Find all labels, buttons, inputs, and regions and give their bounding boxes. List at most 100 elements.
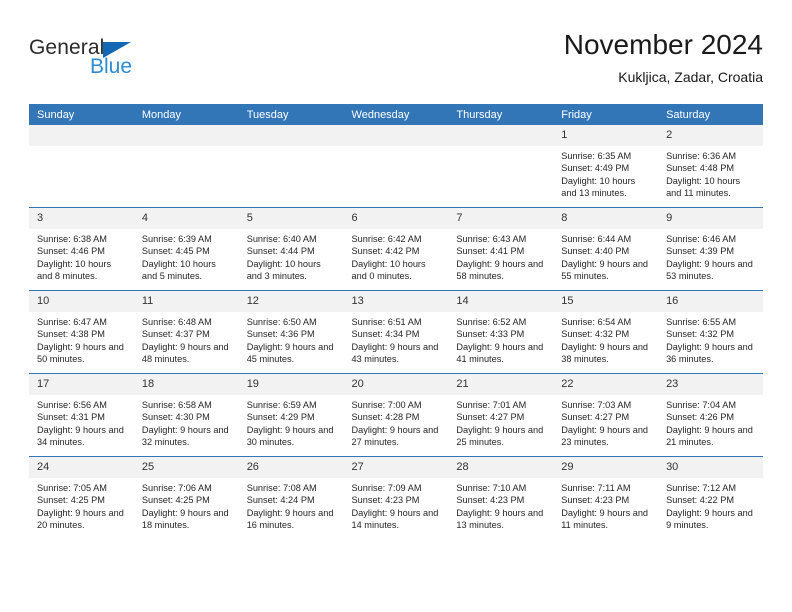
sunrise-text: Sunrise: 7:11 AM	[561, 483, 631, 493]
day-details: Sunrise: 7:05 AM Sunset: 4:25 PM Daylight:…	[29, 478, 134, 532]
daylight-text: Daylight: 9 hours and 48 minutes.	[141, 341, 229, 365]
calendar-day-cell[interactable]: 8 Sunrise: 6:44 AM Sunset: 4:40 PM Daylight…	[553, 207, 659, 291]
calendar-day-cell[interactable]: 23 Sunrise: 7:04 AM Sunset: 4:26 PM Dayligh…	[658, 373, 763, 457]
calendar-week-row: 17 Sunrise: 6:56 AM Sunset: 4:31 PM Dayligh…	[29, 373, 763, 457]
calendar-day-cell[interactable]: 20 Sunrise: 7:00 AM Sunset: 4:28 PM Dayligh…	[343, 373, 449, 457]
sunrise-text: Sunrise: 6:39 AM	[141, 234, 212, 244]
calendar-day-cell[interactable]	[133, 125, 239, 208]
calendar-day-cell[interactable]	[29, 125, 134, 208]
calendar-day-cell[interactable]	[448, 125, 554, 208]
sunrise-text: Sunrise: 6:52 AM	[456, 317, 527, 327]
sunrise-text: Sunrise: 6:55 AM	[666, 317, 737, 327]
day-details: Sunrise: 7:09 AM Sunset: 4:23 PM Daylight:…	[344, 478, 449, 532]
calendar-day-cell[interactable]: 22 Sunrise: 7:03 AM Sunset: 4:27 PM Dayligh…	[553, 373, 659, 457]
day-number: 20	[343, 374, 449, 395]
day-number	[448, 125, 554, 146]
day-details: Sunrise: 7:03 AM Sunset: 4:27 PM Daylight:…	[553, 395, 658, 449]
sunrise-text: Sunrise: 6:46 AM	[666, 234, 737, 244]
calendar-day-cell[interactable]: 15 Sunrise: 6:54 AM Sunset: 4:32 PM Dayligh…	[553, 290, 659, 374]
calendar-day-cell[interactable]: 13 Sunrise: 6:51 AM Sunset: 4:34 PM Dayligh…	[343, 290, 449, 374]
calendar-day-cell[interactable]: 28 Sunrise: 7:10 AM Sunset: 4:23 PM Dayligh…	[448, 456, 554, 539]
calendar-day-cell[interactable]: 4 Sunrise: 6:39 AM Sunset: 4:45 PM Daylight…	[133, 207, 239, 291]
daylight-text: Daylight: 9 hours and 45 minutes.	[246, 341, 334, 365]
sunset-text: Sunset: 4:32 PM	[666, 329, 734, 340]
calendar-day-cell[interactable]	[238, 125, 344, 208]
day-number: 30	[658, 457, 763, 478]
calendar-day-cell[interactable]: 10 Sunrise: 6:47 AM Sunset: 4:38 PM Dayligh…	[29, 290, 134, 374]
calendar-day-cell[interactable]: 12 Sunrise: 6:50 AM Sunset: 4:36 PM Dayligh…	[238, 290, 344, 374]
sunset-text: Sunset: 4:41 PM	[456, 246, 525, 257]
calendar-day-cell[interactable]: 11 Sunrise: 6:48 AM Sunset: 4:37 PM Dayligh…	[133, 290, 239, 374]
page-title: November 2024	[563, 29, 763, 60]
sunrise-text: Sunrise: 7:00 AM	[351, 400, 422, 410]
day-details: Sunrise: 6:55 AM Sunset: 4:32 PM Daylight:…	[658, 312, 763, 366]
day-details: Sunrise: 6:59 AM Sunset: 4:29 PM Daylight:…	[239, 395, 344, 449]
calendar-day-cell[interactable]: 7 Sunrise: 6:43 AM Sunset: 4:41 PM Daylight…	[448, 207, 554, 291]
page-subtitle: Kukljica, Zadar, Croatia	[618, 69, 763, 85]
day-number: 17	[29, 374, 134, 395]
day-details: Sunrise: 6:38 AM Sunset: 4:46 PM Daylight:…	[29, 229, 134, 283]
daylight-text: Daylight: 10 hours and 11 minutes.	[666, 175, 741, 199]
calendar-day-cell[interactable]: 29 Sunrise: 7:11 AM Sunset: 4:23 PM Dayligh…	[553, 456, 659, 539]
calendar-day-cell[interactable]: 26 Sunrise: 7:08 AM Sunset: 4:24 PM Dayligh…	[238, 456, 344, 539]
calendar-day-cell[interactable]	[343, 125, 449, 208]
calendar-day-cell[interactable]: 17 Sunrise: 6:56 AM Sunset: 4:31 PM Dayligh…	[29, 373, 134, 457]
calendar-day-cell[interactable]: 1 Sunrise: 6:35 AM Sunset: 4:49 PM Daylight…	[553, 125, 659, 208]
daylight-text: Daylight: 9 hours and 32 minutes.	[141, 424, 229, 448]
daylight-text: Daylight: 9 hours and 13 minutes.	[456, 507, 544, 531]
daylight-text: Daylight: 9 hours and 30 minutes.	[246, 424, 334, 448]
daylight-text: Daylight: 9 hours and 11 minutes.	[561, 507, 649, 531]
sunrise-text: Sunrise: 7:08 AM	[246, 483, 317, 493]
daylight-text: Daylight: 10 hours and 13 minutes.	[561, 175, 636, 199]
day-number: 8	[553, 208, 659, 229]
calendar-day-cell[interactable]: 14 Sunrise: 6:52 AM Sunset: 4:33 PM Dayligh…	[448, 290, 554, 374]
calendar-day-cell[interactable]: 3 Sunrise: 6:38 AM Sunset: 4:46 PM Daylight…	[29, 207, 134, 291]
brand-logo[interactable]: General Blue	[29, 36, 229, 88]
sunset-text: Sunset: 4:40 PM	[561, 246, 630, 257]
day-details: Sunrise: 6:35 AM Sunset: 4:49 PM Daylight:…	[553, 146, 658, 200]
calendar-day-cell[interactable]: 27 Sunrise: 7:09 AM Sunset: 4:23 PM Dayligh…	[343, 456, 449, 539]
sunset-text: Sunset: 4:29 PM	[246, 412, 315, 423]
calendar-day-cell[interactable]: 9 Sunrise: 6:46 AM Sunset: 4:39 PM Daylight…	[658, 207, 763, 291]
page-header: General Blue November 2024 Kukljica, Zad…	[29, 28, 763, 98]
sunset-text: Sunset: 4:27 PM	[561, 412, 630, 423]
day-details: Sunrise: 7:08 AM Sunset: 4:24 PM Daylight:…	[239, 478, 344, 532]
calendar-day-cell[interactable]: 30 Sunrise: 7:12 AM Sunset: 4:22 PM Dayligh…	[658, 456, 763, 539]
day-number: 9	[658, 208, 763, 229]
daylight-text: Daylight: 9 hours and 53 minutes.	[666, 258, 753, 282]
daylight-text: Daylight: 9 hours and 18 minutes.	[141, 507, 229, 531]
sunrise-text: Sunrise: 6:58 AM	[141, 400, 212, 410]
day-details: Sunrise: 6:47 AM Sunset: 4:38 PM Daylight:…	[29, 312, 134, 366]
day-details: Sunrise: 6:50 AM Sunset: 4:36 PM Daylight:…	[239, 312, 344, 366]
daylight-text: Daylight: 9 hours and 27 minutes.	[351, 424, 439, 448]
day-details: Sunrise: 6:48 AM Sunset: 4:37 PM Daylight:…	[134, 312, 239, 366]
day-number: 4	[133, 208, 239, 229]
day-number: 22	[553, 374, 659, 395]
day-number: 14	[448, 291, 554, 312]
calendar-day-cell[interactable]: 25 Sunrise: 7:06 AM Sunset: 4:25 PM Dayligh…	[133, 456, 239, 539]
calendar-day-cell[interactable]: 5 Sunrise: 6:40 AM Sunset: 4:44 PM Daylight…	[238, 207, 344, 291]
sunrise-text: Sunrise: 6:59 AM	[246, 400, 317, 410]
sunset-text: Sunset: 4:31 PM	[37, 412, 105, 423]
day-number: 28	[448, 457, 554, 478]
daylight-text: Daylight: 9 hours and 43 minutes.	[351, 341, 439, 365]
sunset-text: Sunset: 4:42 PM	[351, 246, 420, 257]
sunset-text: Sunset: 4:24 PM	[246, 495, 315, 506]
day-number: 10	[29, 291, 134, 312]
sunrise-text: Sunrise: 7:01 AM	[456, 400, 527, 410]
day-details: Sunrise: 6:52 AM Sunset: 4:33 PM Daylight:…	[448, 312, 553, 366]
sunrise-text: Sunrise: 6:35 AM	[561, 151, 632, 161]
calendar-day-cell[interactable]: 21 Sunrise: 7:01 AM Sunset: 4:27 PM Dayligh…	[448, 373, 554, 457]
sunset-text: Sunset: 4:32 PM	[561, 329, 630, 340]
sunset-text: Sunset: 4:30 PM	[141, 412, 210, 423]
day-number	[343, 125, 449, 146]
calendar-day-cell[interactable]: 16 Sunrise: 6:55 AM Sunset: 4:32 PM Dayligh…	[658, 290, 763, 374]
calendar-day-cell[interactable]: 19 Sunrise: 6:59 AM Sunset: 4:29 PM Dayligh…	[238, 373, 344, 457]
calendar-day-cell[interactable]: 18 Sunrise: 6:58 AM Sunset: 4:30 PM Dayligh…	[133, 373, 239, 457]
day-number: 1	[553, 125, 659, 146]
day-details: Sunrise: 7:12 AM Sunset: 4:22 PM Daylight:…	[658, 478, 763, 532]
calendar-day-cell[interactable]: 24 Sunrise: 7:05 AM Sunset: 4:25 PM Dayligh…	[29, 456, 134, 539]
calendar-day-cell[interactable]: 2 Sunrise: 6:36 AM Sunset: 4:48 PM Daylight…	[658, 125, 763, 208]
day-number: 5	[238, 208, 344, 229]
calendar-day-cell[interactable]: 6 Sunrise: 6:42 AM Sunset: 4:42 PM Daylight…	[343, 207, 449, 291]
